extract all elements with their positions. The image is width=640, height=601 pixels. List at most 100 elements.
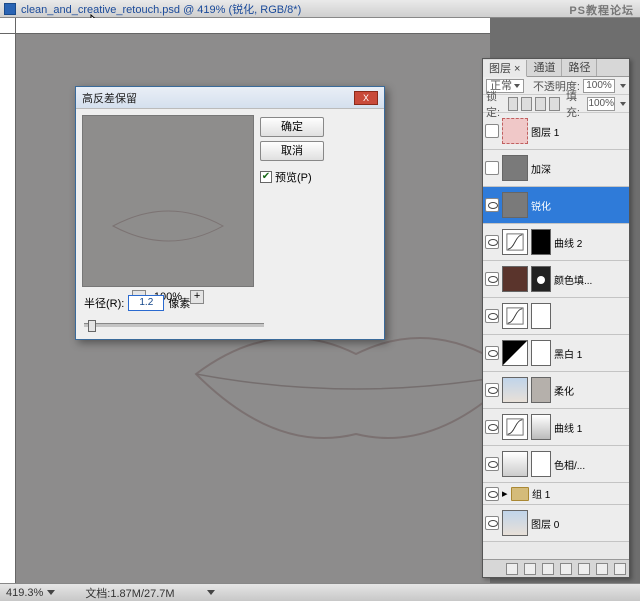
- preview-check[interactable]: ✔ 预览(P): [260, 169, 324, 185]
- layer-folder[interactable]: ▸组 1: [483, 483, 629, 505]
- visibility-toggle[interactable]: [485, 272, 499, 286]
- tab-layers[interactable]: 图层 ×: [483, 60, 527, 77]
- layer-row[interactable]: 曲线 1: [483, 409, 629, 446]
- layer-thumb: [502, 451, 528, 477]
- link-icon[interactable]: [506, 563, 518, 575]
- trash-icon[interactable]: [614, 563, 626, 575]
- ruler-vertical[interactable]: [0, 34, 16, 583]
- folder-icon: [511, 487, 529, 501]
- visibility-toggle[interactable]: [485, 124, 499, 138]
- visibility-toggle[interactable]: [485, 487, 499, 501]
- visibility-toggle[interactable]: [485, 420, 499, 434]
- layer-thumb: [502, 377, 528, 403]
- layer-mask: [531, 377, 551, 403]
- layer-thumb: [502, 192, 528, 218]
- dialog-title: 高反差保留: [82, 90, 137, 106]
- ruler-corner: [0, 18, 16, 34]
- layer-row[interactable]: 图层 1: [483, 113, 629, 150]
- fill-label: 填充:: [566, 88, 585, 120]
- new-icon[interactable]: [596, 563, 608, 575]
- preview-content: [83, 116, 255, 288]
- tab-paths[interactable]: 路径: [562, 59, 597, 76]
- layer-row[interactable]: 加深: [483, 150, 629, 187]
- layer-row[interactable]: 曲线 2: [483, 224, 629, 261]
- visibility-toggle[interactable]: [485, 457, 499, 471]
- layer-name[interactable]: 颜色填...: [554, 272, 627, 287]
- ruler-horizontal[interactable]: [16, 18, 490, 34]
- radius-input[interactable]: 1.2: [128, 295, 164, 311]
- layer-name[interactable]: 色相/...: [554, 457, 627, 472]
- lock-label: 锁定:: [486, 88, 505, 120]
- layer-name[interactable]: 图层 0: [531, 516, 627, 531]
- close-button[interactable]: X: [354, 91, 378, 105]
- layer-row[interactable]: 锐化: [483, 187, 629, 224]
- status-zoom[interactable]: 419.3%: [6, 587, 43, 599]
- status-docinfo: 文档:1.87M/27.7M: [85, 585, 174, 601]
- layer-name[interactable]: 曲线 1: [554, 420, 627, 435]
- layer-name[interactable]: 组 1: [532, 486, 627, 501]
- layer-mask: [531, 229, 551, 255]
- layer-mask: [531, 266, 551, 292]
- doc-icon: [4, 3, 16, 15]
- radius-unit: 像素: [168, 295, 190, 311]
- lock-pixels-icon[interactable]: [521, 97, 532, 111]
- fill-value[interactable]: 100%: [587, 97, 615, 111]
- adj-icon[interactable]: [560, 563, 572, 575]
- layer-row[interactable]: 色相/...: [483, 446, 629, 483]
- layer-name[interactable]: 黑白 1: [554, 346, 627, 361]
- layer-name[interactable]: 加深: [531, 161, 627, 176]
- layer-thumb: [502, 266, 528, 292]
- panel-tabs: 图层 × 通道 路径: [483, 59, 629, 77]
- cancel-button[interactable]: 取消: [260, 141, 324, 161]
- layer-row[interactable]: 黑白 1: [483, 335, 629, 372]
- tab-channels[interactable]: 通道: [527, 59, 562, 76]
- lock-all-icon[interactable]: [549, 97, 560, 111]
- layer-name[interactable]: 曲线 2: [554, 235, 627, 250]
- lock-pos-icon[interactable]: [535, 97, 546, 111]
- checkbox-icon[interactable]: ✔: [260, 171, 272, 183]
- radius-slider[interactable]: [84, 323, 264, 327]
- group-icon[interactable]: [578, 563, 590, 575]
- layer-thumb: [502, 414, 528, 440]
- layer-row[interactable]: 颜色填...: [483, 261, 629, 298]
- slider-thumb[interactable]: [88, 320, 96, 332]
- lock-trans-icon[interactable]: [508, 97, 519, 111]
- layer-mask: [531, 303, 551, 329]
- layer-mask: [531, 340, 551, 366]
- layer-thumb: [502, 303, 528, 329]
- layer-thumb: [502, 229, 528, 255]
- dialog-titlebar[interactable]: 高反差保留 X: [76, 87, 384, 109]
- visibility-toggle[interactable]: [485, 235, 499, 249]
- lock-row: 锁定: 填充: 100%: [483, 95, 629, 113]
- layer-name[interactable]: 柔化: [554, 383, 627, 398]
- ok-button[interactable]: 确定: [260, 117, 324, 137]
- panel-footer: [483, 559, 629, 577]
- layer-row[interactable]: [483, 298, 629, 335]
- blend-row: 正常 不透明度: 100%: [483, 77, 629, 95]
- layer-mask: [531, 451, 551, 477]
- opacity-value[interactable]: 100%: [583, 79, 615, 93]
- visibility-toggle[interactable]: [485, 346, 499, 360]
- layer-thumb: [502, 510, 528, 536]
- fx-icon[interactable]: [524, 563, 536, 575]
- layers-panel: 图层 × 通道 路径 正常 不透明度: 100% 锁定: 填充: 100% 图层…: [482, 58, 630, 578]
- zoom-in-button[interactable]: +: [190, 290, 204, 304]
- layer-name[interactable]: 锐化: [531, 198, 627, 213]
- layer-thumb: [502, 155, 528, 181]
- visibility-toggle[interactable]: [485, 383, 499, 397]
- status-bar: 419.3% 文档:1.87M/27.7M: [0, 583, 640, 601]
- visibility-toggle[interactable]: [485, 309, 499, 323]
- visibility-toggle[interactable]: [485, 198, 499, 212]
- layer-row[interactable]: 柔化: [483, 372, 629, 409]
- layer-thumb: [502, 340, 528, 366]
- mask-icon[interactable]: [542, 563, 554, 575]
- visibility-toggle[interactable]: [485, 516, 499, 530]
- preview-area[interactable]: [82, 115, 254, 287]
- high-pass-dialog: 高反差保留 X - 100% + 确定 取消 ✔ 预览(P) 半径(R): 1.…: [75, 86, 385, 340]
- layer-row[interactable]: 图层 0: [483, 505, 629, 542]
- layer-mask: [531, 414, 551, 440]
- visibility-toggle[interactable]: [485, 161, 499, 175]
- radius-label: 半径(R):: [84, 295, 124, 311]
- layer-name[interactable]: 图层 1: [531, 124, 627, 139]
- document-title: clean_and_creative_retouch.psd @ 419% (锐…: [21, 1, 301, 17]
